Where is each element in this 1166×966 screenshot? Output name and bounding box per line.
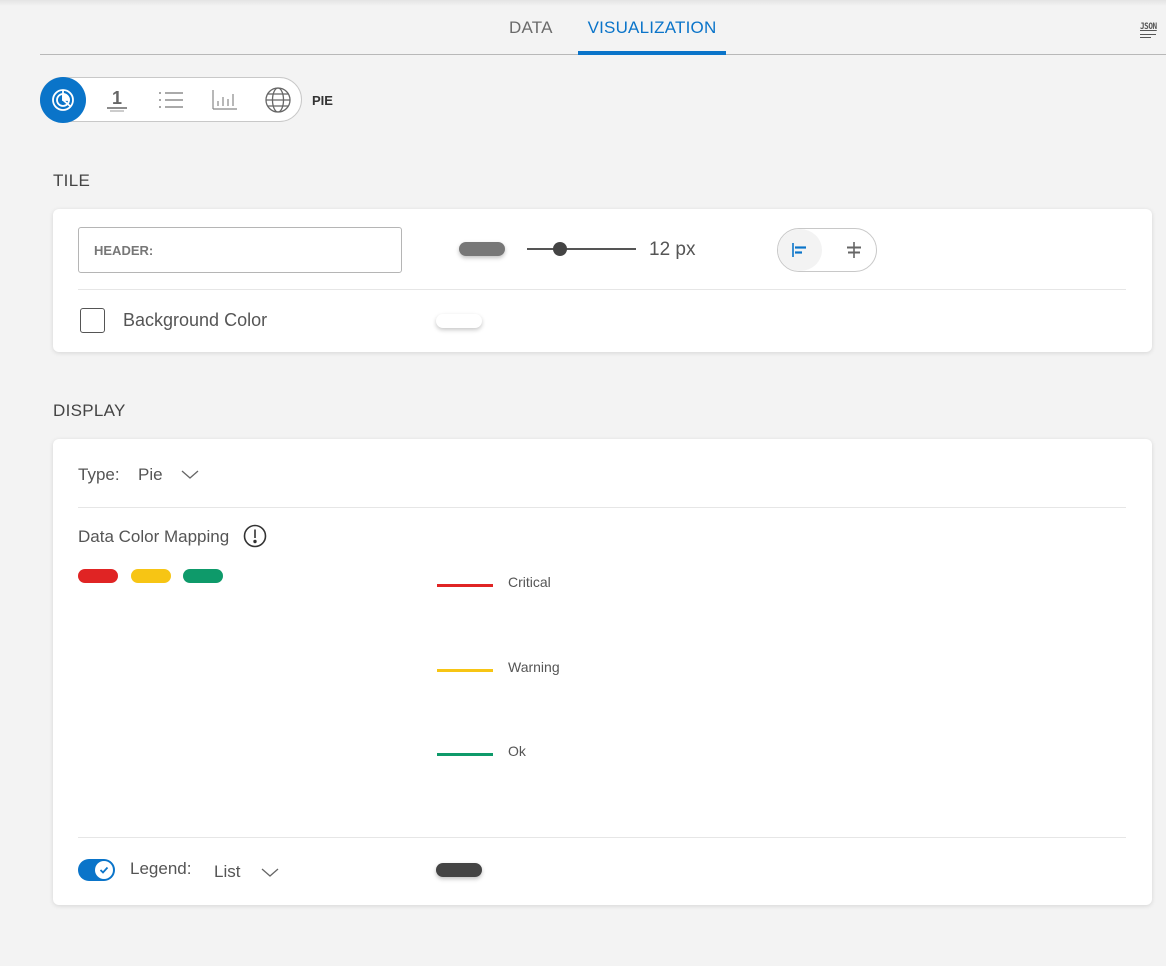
legend-item-label: Critical xyxy=(508,574,551,590)
check-icon xyxy=(99,866,109,874)
color-swatch[interactable] xyxy=(78,569,118,583)
tab-data[interactable]: DATA xyxy=(509,18,553,55)
viz-option-single-value[interactable]: 1 xyxy=(95,78,139,122)
font-size-slider[interactable] xyxy=(527,241,636,257)
divider xyxy=(78,289,1126,290)
pie-chart-icon xyxy=(52,89,74,111)
legend-item-label: Ok xyxy=(508,743,526,759)
legend-label: Legend: xyxy=(130,859,192,878)
color-mapping-label: Data Color Mapping xyxy=(78,527,230,546)
font-size-value: 12 px xyxy=(649,239,696,260)
svg-text:1: 1 xyxy=(112,88,122,108)
legend-item-label: Warning xyxy=(508,658,560,675)
color-swatch[interactable] xyxy=(130,569,171,583)
viz-option-bar-chart[interactable] xyxy=(203,78,247,122)
json-icon-label: JSON xyxy=(1140,22,1157,32)
legend-color-picker[interactable] xyxy=(436,863,482,877)
type-select[interactable]: Pie xyxy=(138,465,163,485)
align-center-button[interactable] xyxy=(832,229,876,271)
chevron-down-icon[interactable] xyxy=(181,470,199,480)
color-swatch[interactable] xyxy=(183,569,223,583)
json-button[interactable]: JSON xyxy=(1140,22,1164,46)
legend-line xyxy=(437,753,493,756)
selected-viz-label: PIE xyxy=(312,93,333,108)
json-icon-line xyxy=(1140,34,1156,35)
legend-select[interactable]: List xyxy=(214,862,240,882)
header-input[interactable] xyxy=(78,227,402,273)
viz-type-selector: 1 xyxy=(40,77,302,123)
single-value-icon: 1 xyxy=(107,88,127,112)
viz-option-list[interactable] xyxy=(149,78,193,122)
background-color-checkbox[interactable] xyxy=(80,308,105,333)
info-icon[interactable] xyxy=(243,524,267,548)
tab-bar: DATA VISUALIZATION JSON xyxy=(40,0,1166,55)
tab-visualization[interactable]: VISUALIZATION xyxy=(578,18,726,55)
legend-line xyxy=(437,584,493,587)
background-color-label: Background Color xyxy=(123,310,268,330)
slider-thumb[interactable] xyxy=(552,242,567,256)
type-label: Type: xyxy=(78,465,120,484)
divider xyxy=(78,837,1126,838)
section-title-display: DISPLAY xyxy=(53,401,126,420)
toggle-knob xyxy=(95,861,113,879)
json-icon-line xyxy=(1140,37,1151,38)
bar-chart-icon xyxy=(212,90,237,110)
header-color-picker[interactable] xyxy=(459,242,505,256)
divider xyxy=(78,507,1126,508)
viz-option-pie[interactable] xyxy=(40,77,86,123)
align-left-button[interactable] xyxy=(778,229,822,271)
slider-track xyxy=(527,248,636,250)
background-color-picker[interactable] xyxy=(436,314,482,328)
globe-icon xyxy=(265,87,291,113)
legend-toggle[interactable] xyxy=(78,859,115,881)
align-center-icon xyxy=(847,242,861,258)
alignment-toggle-group xyxy=(777,228,877,272)
viz-option-map[interactable] xyxy=(256,78,300,122)
align-left-icon xyxy=(792,243,806,257)
section-title-tile: TILE xyxy=(53,171,91,190)
display-card: Type: Pie Data Color Mapping Critical War… xyxy=(53,439,1152,905)
list-icon xyxy=(159,92,183,108)
chevron-down-icon[interactable] xyxy=(261,868,279,878)
legend-line xyxy=(437,668,493,672)
tile-card: 12 px Background Color xyxy=(53,209,1152,352)
